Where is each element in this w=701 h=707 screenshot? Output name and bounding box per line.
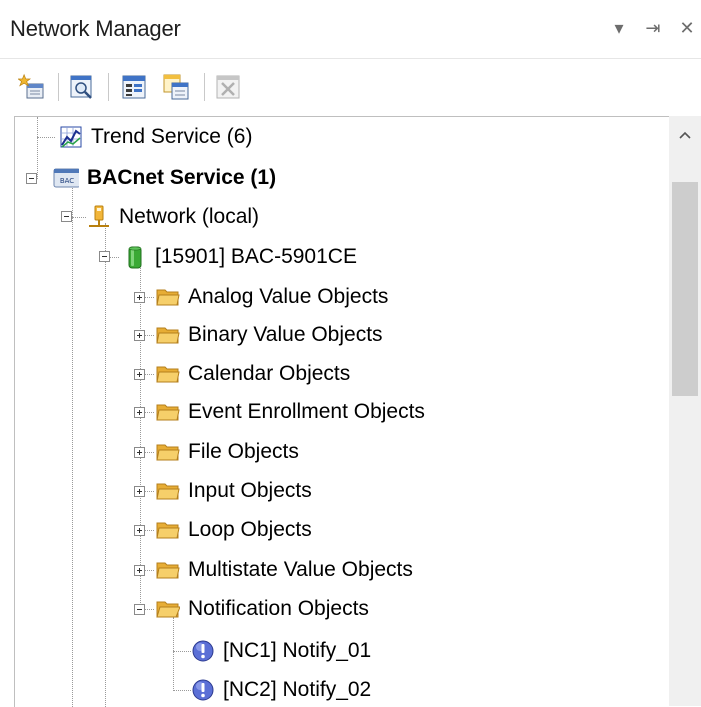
expand-toggle[interactable]	[134, 292, 145, 303]
tree-item-label: File Objects	[188, 440, 299, 463]
search-button[interactable]	[68, 73, 96, 101]
delete-button[interactable]	[214, 73, 242, 101]
search-icon	[70, 75, 92, 99]
toolbar-separator	[108, 73, 109, 101]
tree-item-folder[interactable]: Input Objects	[156, 473, 312, 509]
title-bar: Network Manager ▾ ⇥ ✕	[0, 0, 701, 58]
tree-item-device[interactable]: [15901] BAC-5901CE	[123, 239, 357, 275]
tree-item-label: [15901] BAC-5901CE	[155, 245, 357, 268]
scroll-up-button[interactable]	[669, 116, 701, 154]
folder-icon	[156, 327, 180, 344]
tree-item-label: Event Enrollment Objects	[188, 400, 425, 423]
tree-connector	[105, 223, 106, 707]
collapse-toggle[interactable]	[26, 173, 37, 184]
chevron-up-icon	[679, 131, 691, 139]
tree-item-label: Trend Service (6)	[91, 125, 253, 148]
add-button[interactable]	[17, 73, 46, 101]
network-manager-window: Network Manager ▾ ⇥ ✕ Trend Service (6) …	[0, 0, 701, 707]
tree-item-folder[interactable]: Analog Value Objects	[156, 279, 388, 315]
properties-button[interactable]	[120, 73, 148, 101]
folder-icon	[156, 289, 180, 306]
expand-toggle[interactable]	[134, 525, 145, 536]
expand-toggle[interactable]	[134, 447, 145, 458]
collapse-toggle[interactable]	[99, 251, 110, 262]
notification-icon	[192, 679, 214, 701]
copy-icon	[163, 74, 189, 100]
device-icon	[128, 246, 142, 269]
window-menu-button[interactable]: ▾	[609, 18, 629, 39]
tree-item-folder[interactable]: File Objects	[156, 434, 299, 470]
tree-item-trend-service[interactable]: Trend Service (6)	[59, 119, 252, 155]
copy-button[interactable]	[162, 73, 190, 101]
title-actions: ▾ ⇥ ✕	[609, 18, 697, 39]
expand-toggle[interactable]	[134, 565, 145, 576]
tree-item-folder[interactable]: Multistate Value Objects	[156, 552, 413, 588]
trend-chart-icon	[60, 126, 82, 148]
expand-toggle[interactable]	[134, 369, 145, 380]
tree-item-notification[interactable]: [NC1] Notify_01	[191, 633, 371, 669]
expand-toggle[interactable]	[134, 407, 145, 418]
tree-item-folder[interactable]: Calendar Objects	[156, 356, 350, 392]
folder-icon	[156, 404, 180, 421]
tree-item-folder[interactable]: Loop Objects	[156, 512, 312, 548]
notification-icon	[192, 640, 214, 662]
tree-item-folder[interactable]: Notification Objects	[156, 591, 369, 627]
toolbar-separator	[204, 73, 205, 101]
tree-item-label: Analog Value Objects	[188, 285, 389, 308]
tree-item-network[interactable]: Network (local)	[87, 199, 259, 235]
close-button[interactable]: ✕	[677, 18, 697, 39]
folder-icon	[156, 522, 180, 539]
properties-icon	[122, 75, 146, 99]
tree-connector	[140, 263, 141, 603]
tree-connector	[72, 185, 73, 707]
tree-connector	[173, 617, 174, 691]
tree-connector	[37, 117, 38, 179]
vertical-scrollbar[interactable]	[669, 116, 701, 706]
svg-text:BAC: BAC	[60, 177, 74, 185]
tree-item-label: [NC1] Notify_01	[223, 639, 372, 662]
collapse-toggle[interactable]	[134, 604, 145, 615]
tree-item-notification[interactable]: [NC2] Notify_02	[191, 672, 371, 707]
tree-connector	[173, 651, 191, 652]
network-tree: Trend Service (6) BAC BACnet Service (1)…	[14, 116, 701, 707]
folder-icon	[156, 444, 180, 461]
folder-icon	[156, 366, 180, 383]
scroll-thumb[interactable]	[672, 182, 698, 396]
toolbar	[0, 58, 701, 117]
pin-button[interactable]: ⇥	[643, 18, 663, 39]
tree-item-label: Network (local)	[119, 205, 260, 228]
tree-item-label: Notification Objects	[188, 597, 369, 620]
collapse-toggle[interactable]	[61, 211, 72, 222]
tree-item-label: Binary Value Objects	[188, 323, 383, 346]
tree-item-bacnet-service[interactable]: BAC BACnet Service (1)	[51, 160, 276, 196]
folder-icon	[156, 562, 180, 579]
add-icon	[17, 73, 44, 99]
tree-item-label: [NC2] Notify_02	[223, 678, 372, 701]
tree-item-label: Multistate Value Objects	[188, 558, 413, 581]
toolbar-separator	[58, 73, 59, 101]
tree-item-label: Loop Objects	[188, 518, 312, 541]
folder-icon	[156, 483, 180, 500]
delete-icon	[216, 75, 240, 99]
tree-connector	[72, 217, 86, 218]
bacnet-icon: BAC	[53, 168, 79, 188]
tree-connector	[173, 690, 191, 691]
tree-item-label: BACnet Service (1)	[87, 166, 277, 189]
expand-toggle[interactable]	[134, 330, 145, 341]
folder-open-icon	[156, 601, 180, 618]
expand-toggle[interactable]	[134, 486, 145, 497]
tree-connector	[37, 137, 55, 138]
network-icon	[89, 205, 109, 227]
tree-item-label: Input Objects	[188, 479, 312, 502]
tree-item-label: Calendar Objects	[188, 362, 351, 385]
tree-item-folder[interactable]: Event Enrollment Objects	[156, 394, 425, 430]
tree-item-folder[interactable]: Binary Value Objects	[156, 317, 383, 353]
window-title: Network Manager	[10, 16, 181, 41]
